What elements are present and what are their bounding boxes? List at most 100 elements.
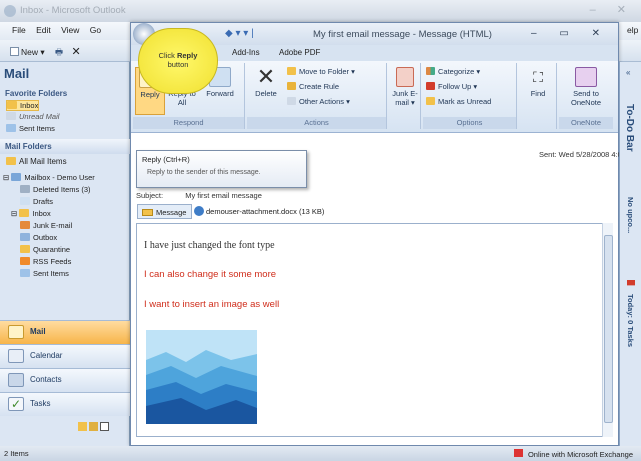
favorite-unread-mail[interactable]: Unread Mail: [6, 112, 59, 123]
quick-access-toolbar[interactable]: ◆ ▾ ▾ |: [225, 28, 254, 39]
onenote-group-label: OneNote: [559, 117, 613, 129]
search-folder-icon: [6, 112, 16, 120]
favorite-inbox[interactable]: Inbox: [6, 100, 40, 111]
options-group-label: Options: [423, 117, 516, 129]
folder-sent-items[interactable]: Sent Items: [20, 269, 69, 280]
tooltip-description: Reply to the sender of this message.: [147, 169, 261, 176]
categorize-button[interactable]: Categorize ▾: [426, 67, 480, 76]
message-tab[interactable]: Message: [137, 204, 193, 219]
nav-button-calendar[interactable]: Calendar: [0, 344, 130, 368]
subject-value: My first email message: [185, 191, 262, 200]
scrollbar-thumb[interactable]: [604, 235, 613, 423]
folder-outbox[interactable]: Outbox: [20, 233, 57, 244]
callout-line2: button: [167, 60, 189, 69]
folder-deleted-items[interactable]: Deleted Items (3): [20, 185, 91, 196]
delete-label: Delete: [255, 89, 277, 98]
folder-drafts-label: Drafts: [33, 197, 54, 206]
tab-add-ins[interactable]: Add-Ins: [232, 48, 260, 57]
find-button[interactable]: ⛶ Find: [525, 67, 551, 98]
journal-small-icon[interactable]: [100, 422, 109, 431]
move-to-folder-label: Move to Folder ▾: [299, 67, 355, 76]
message-envelope-icon: [142, 209, 153, 216]
new-button[interactable]: New ▾: [10, 47, 45, 57]
junk-email-button[interactable]: Junk E-mail ▾: [392, 67, 418, 107]
deleted-items-icon: [20, 185, 30, 193]
sent-items-icon: [6, 124, 16, 132]
send-to-onenote-label: Send to OneNote: [570, 89, 602, 107]
mark-as-unread-button[interactable]: Mark as Unread: [426, 97, 491, 106]
folder-deleted-label: Deleted Items (3): [33, 185, 91, 194]
delete-message-button[interactable]: ✕ Delete: [249, 64, 283, 99]
menu-help[interactable]: elp: [627, 25, 638, 35]
body-line-3: I want to insert an image as well: [144, 299, 280, 310]
subject-label: Subject:: [136, 191, 164, 200]
move-to-folder-button[interactable]: Move to Folder ▾: [287, 67, 355, 76]
mail-small-icon[interactable]: [78, 422, 87, 431]
callout-line1: Click: [158, 51, 175, 60]
body-line-1: I have just changed the font type: [144, 240, 275, 251]
nav-button-mail[interactable]: Mail: [0, 320, 130, 344]
other-actions-button[interactable]: Other Actions ▾: [287, 97, 350, 106]
move-folder-icon: [287, 67, 296, 75]
respond-group-label: Respond: [133, 117, 244, 129]
mark-as-unread-label: Mark as Unread: [438, 97, 492, 106]
folder-rss-feeds[interactable]: RSS Feeds: [20, 257, 71, 268]
menu-file[interactable]: File: [12, 25, 26, 35]
attachment-link[interactable]: demouser-attachment.docx (13 KB): [194, 206, 324, 216]
todo-expand-icon[interactable]: «: [626, 68, 630, 77]
folder-small-icon[interactable]: [89, 422, 98, 431]
all-mail-items[interactable]: All Mail Items: [6, 157, 67, 168]
mail-folders-header[interactable]: Mail Folders: [0, 139, 130, 154]
nav-header: Mail: [4, 66, 30, 81]
exchange-icon: [513, 449, 523, 457]
create-rule-button[interactable]: Create Rule: [287, 82, 339, 91]
folder-quarantine-label: Quarantine: [33, 245, 71, 254]
favorite-sent-label: Sent Items: [19, 124, 55, 133]
folder-junk[interactable]: Junk E-mail: [20, 221, 72, 232]
word-doc-icon: [194, 206, 204, 216]
folder-inbox[interactable]: ⊟ Inbox: [11, 209, 51, 220]
actions-group: ✕ Delete Move to Folder ▾ Create Rule Oth…: [247, 63, 387, 129]
folder-quarantine[interactable]: Quarantine: [20, 245, 70, 256]
follow-up-label: Follow Up ▾: [438, 82, 478, 91]
mailbox-node[interactable]: ⊟ Mailbox - Demo User: [3, 173, 95, 184]
follow-up-button[interactable]: Follow Up ▾: [426, 82, 477, 91]
tab-adobe-pdf[interactable]: Adobe PDF: [279, 48, 320, 57]
delete-icon[interactable]: ✕: [71, 46, 80, 58]
reply-tooltip: Reply (Ctrl+R) Reply to the sender of th…: [136, 150, 307, 188]
folder-drafts[interactable]: Drafts: [20, 197, 53, 208]
menu-edit[interactable]: Edit: [36, 25, 51, 35]
status-item-count: 2 Items: [4, 449, 29, 458]
message-window-controls[interactable]: – ▭ ✕: [531, 28, 610, 39]
sent-folder-icon: [20, 269, 30, 277]
nav-tasks-label: Tasks: [30, 399, 51, 408]
junk-icon: [20, 221, 30, 229]
outbox-icon: [20, 233, 30, 241]
message-scrollbar[interactable]: [602, 223, 613, 437]
delete-x-icon: ✕: [256, 64, 276, 89]
new-button-label: New: [21, 47, 39, 57]
nav-button-contacts[interactable]: Contacts: [0, 368, 130, 392]
todo-tasks: Today: 0 Tasks: [626, 294, 635, 348]
embedded-mountain-image[interactable]: [146, 330, 257, 424]
print-icon[interactable]: 🖶: [55, 47, 63, 57]
onenote-group: Send to OneNote OneNote: [559, 63, 613, 129]
categorize-label: Categorize ▾: [438, 67, 481, 76]
send-to-onenote-button[interactable]: Send to OneNote: [563, 67, 609, 107]
menu-view[interactable]: View: [61, 25, 79, 35]
outlook-window-controls[interactable]: – ✕: [590, 3, 635, 16]
mailbox-label: Mailbox - Demo User: [24, 173, 95, 182]
nav-shortcut-icons[interactable]: [78, 422, 109, 433]
favorite-inbox-label: Inbox: [20, 101, 39, 110]
message-body[interactable]: I have just changed the font type I can …: [136, 223, 606, 437]
nav-button-tasks[interactable]: ✓ Tasks: [0, 392, 130, 416]
menu-go[interactable]: Go: [90, 25, 101, 35]
favorite-folders-header[interactable]: Favorite Folders: [0, 86, 130, 101]
todo-bar-title[interactable]: To-Do Bar: [624, 104, 635, 152]
todo-appointments: No upco...: [626, 197, 635, 234]
folder-sent-label: Sent Items: [33, 269, 69, 278]
find-label: Find: [530, 89, 546, 98]
favorite-sent-items[interactable]: Sent Items: [6, 124, 55, 135]
todo-flag-icon: [627, 280, 635, 289]
message-tab-label: Message: [156, 208, 187, 217]
